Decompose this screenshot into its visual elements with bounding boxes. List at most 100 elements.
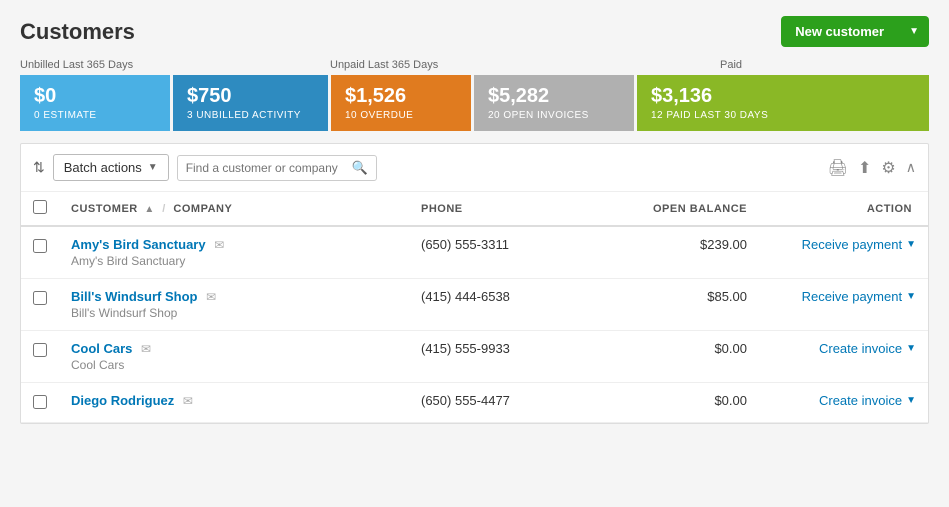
stat-amount-overdue: $1,526 <box>345 85 457 108</box>
action-label: Create invoice <box>819 393 902 408</box>
action-cell: Receive payment ▼ <box>759 279 928 331</box>
row-check-cell <box>21 331 59 383</box>
search-box[interactable]: 🔍 <box>177 155 377 181</box>
customer-sort-icon: ▲ <box>144 204 154 215</box>
table-row: Amy's Bird Sanctuary ✉ Amy's Bird Sanctu… <box>21 226 928 279</box>
email-icon: ✉ <box>183 394 193 408</box>
action-button[interactable]: Create invoice ▼ <box>819 393 916 408</box>
header-action: ACTION <box>759 192 928 226</box>
action-dropdown-arrow: ▼ <box>906 291 916 302</box>
page-container: Customers New customer ▼ Unbilled Last 3… <box>0 0 949 507</box>
search-input[interactable] <box>186 161 352 175</box>
stat-label-open: 20 OPEN INVOICES <box>488 110 620 121</box>
customer-cell: Diego Rodriguez ✉ <box>59 383 409 423</box>
print-icon[interactable]: 🖨 <box>828 158 848 178</box>
customer-table: CUSTOMER ▲ / COMPANY PHONE OPEN BALANCE … <box>21 192 928 423</box>
customer-company: Cool Cars <box>71 358 397 372</box>
stat-card-open[interactable]: $5,282 20 OPEN INVOICES <box>474 75 634 131</box>
select-all-checkbox[interactable] <box>33 200 47 214</box>
action-dropdown-arrow: ▼ <box>906 343 916 354</box>
stat-label-paid: 12 PAID LAST 30 DAYS <box>651 110 915 121</box>
batch-actions-label: Batch actions <box>64 160 142 175</box>
table-row: Cool Cars ✉ Cool Cars (415) 555-9933 $0.… <box>21 331 928 383</box>
stat-card-estimate[interactable]: $0 0 ESTIMATE <box>20 75 170 131</box>
unpaid-label: Unpaid Last 365 Days <box>330 59 720 71</box>
header-customer[interactable]: CUSTOMER ▲ / COMPANY <box>59 192 409 226</box>
unbilled-label: Unbilled Last 365 Days <box>20 59 330 71</box>
stat-amount-open: $5,282 <box>488 85 620 108</box>
action-cell: Create invoice ▼ <box>759 383 928 423</box>
customer-name[interactable]: Amy's Bird Sanctuary <box>71 237 206 252</box>
email-icon: ✉ <box>141 342 151 356</box>
action-button[interactable]: Receive payment ▼ <box>802 237 916 252</box>
stat-label-unbilled: 3 UNBILLED ACTIVITY <box>187 110 314 121</box>
col-separator: / <box>162 203 166 215</box>
action-button[interactable]: Create invoice ▼ <box>819 341 916 356</box>
balance-cell: $0.00 <box>609 383 759 423</box>
table-header: CUSTOMER ▲ / COMPANY PHONE OPEN BALANCE … <box>21 192 928 226</box>
stat-amount-estimate: $0 <box>34 85 156 108</box>
customer-name[interactable]: Diego Rodriguez <box>71 393 174 408</box>
page-title: Customers <box>20 19 135 45</box>
phone-cell: (415) 444-6538 <box>409 279 609 331</box>
stat-card-unbilled[interactable]: $750 3 UNBILLED ACTIVITY <box>173 75 328 131</box>
stat-card-overdue[interactable]: $1,526 10 OVERDUE <box>331 75 471 131</box>
row-checkbox[interactable] <box>33 395 47 409</box>
page-header: Customers New customer ▼ <box>0 0 949 59</box>
customer-name[interactable]: Bill's Windsurf Shop <box>71 289 197 304</box>
balance-cell: $239.00 <box>609 226 759 279</box>
scroll-up-button[interactable]: ∧ <box>906 159 916 176</box>
toolbar-left: ⇅ Batch actions ▼ 🔍 <box>33 154 377 181</box>
toolbar-right: 🖨 ⬆ ⚙ ∧ <box>828 158 916 178</box>
action-label: Receive payment <box>802 289 902 304</box>
batch-actions-arrow: ▼ <box>148 162 158 173</box>
header-balance: OPEN BALANCE <box>609 192 759 226</box>
sort-icon[interactable]: ⇅ <box>33 159 45 176</box>
customer-company: Amy's Bird Sanctuary <box>71 254 397 268</box>
row-check-cell <box>21 383 59 423</box>
new-customer-button[interactable]: New customer ▼ <box>781 16 929 47</box>
stat-label-overdue: 10 OVERDUE <box>345 110 457 121</box>
header-check <box>21 192 59 226</box>
action-label: Create invoice <box>819 341 902 356</box>
batch-actions-button[interactable]: Batch actions ▼ <box>53 154 169 181</box>
action-label: Receive payment <box>802 237 902 252</box>
row-checkbox[interactable] <box>33 239 47 253</box>
stats-labels: Unbilled Last 365 Days Unpaid Last 365 D… <box>20 59 929 71</box>
row-checkbox[interactable] <box>33 343 47 357</box>
row-check-cell <box>21 226 59 279</box>
action-dropdown-arrow: ▼ <box>906 239 916 250</box>
row-check-cell <box>21 279 59 331</box>
phone-cell: (650) 555-4477 <box>409 383 609 423</box>
customer-name[interactable]: Cool Cars <box>71 341 132 356</box>
phone-cell: (415) 555-9933 <box>409 331 609 383</box>
action-button[interactable]: Receive payment ▼ <box>802 289 916 304</box>
row-checkbox[interactable] <box>33 291 47 305</box>
stat-card-paid[interactable]: $3,136 12 PAID LAST 30 DAYS <box>637 75 929 131</box>
stat-amount-paid: $3,136 <box>651 85 915 108</box>
table-row: Diego Rodriguez ✉ (650) 555-4477 $0.00 C… <box>21 383 928 423</box>
table-row: Bill's Windsurf Shop ✉ Bill's Windsurf S… <box>21 279 928 331</box>
stat-label-estimate: 0 ESTIMATE <box>34 110 156 121</box>
customer-cell: Bill's Windsurf Shop ✉ Bill's Windsurf S… <box>59 279 409 331</box>
toolbar: ⇅ Batch actions ▼ 🔍 🖨 ⬆ ⚙ ∧ <box>21 144 928 192</box>
export-icon[interactable]: ⬆ <box>858 158 871 178</box>
stats-cards: $0 0 ESTIMATE $750 3 UNBILLED ACTIVITY $… <box>20 75 929 131</box>
stats-section: Unbilled Last 365 Days Unpaid Last 365 D… <box>0 59 949 143</box>
settings-icon[interactable]: ⚙ <box>881 158 895 178</box>
customer-table-body: Amy's Bird Sanctuary ✉ Amy's Bird Sanctu… <box>21 226 928 423</box>
action-dropdown-arrow: ▼ <box>906 395 916 406</box>
customer-company: Bill's Windsurf Shop <box>71 306 397 320</box>
customer-cell: Amy's Bird Sanctuary ✉ Amy's Bird Sanctu… <box>59 226 409 279</box>
paid-label: Paid <box>720 59 929 71</box>
balance-cell: $0.00 <box>609 331 759 383</box>
stat-amount-unbilled: $750 <box>187 85 314 108</box>
action-cell: Receive payment ▼ <box>759 226 928 279</box>
customer-cell: Cool Cars ✉ Cool Cars <box>59 331 409 383</box>
phone-cell: (650) 555-3311 <box>409 226 609 279</box>
new-customer-dropdown-arrow[interactable]: ▼ <box>899 18 929 45</box>
header-phone: PHONE <box>409 192 609 226</box>
action-cell: Create invoice ▼ <box>759 331 928 383</box>
email-icon: ✉ <box>214 238 224 252</box>
search-icon: 🔍 <box>352 160 368 176</box>
